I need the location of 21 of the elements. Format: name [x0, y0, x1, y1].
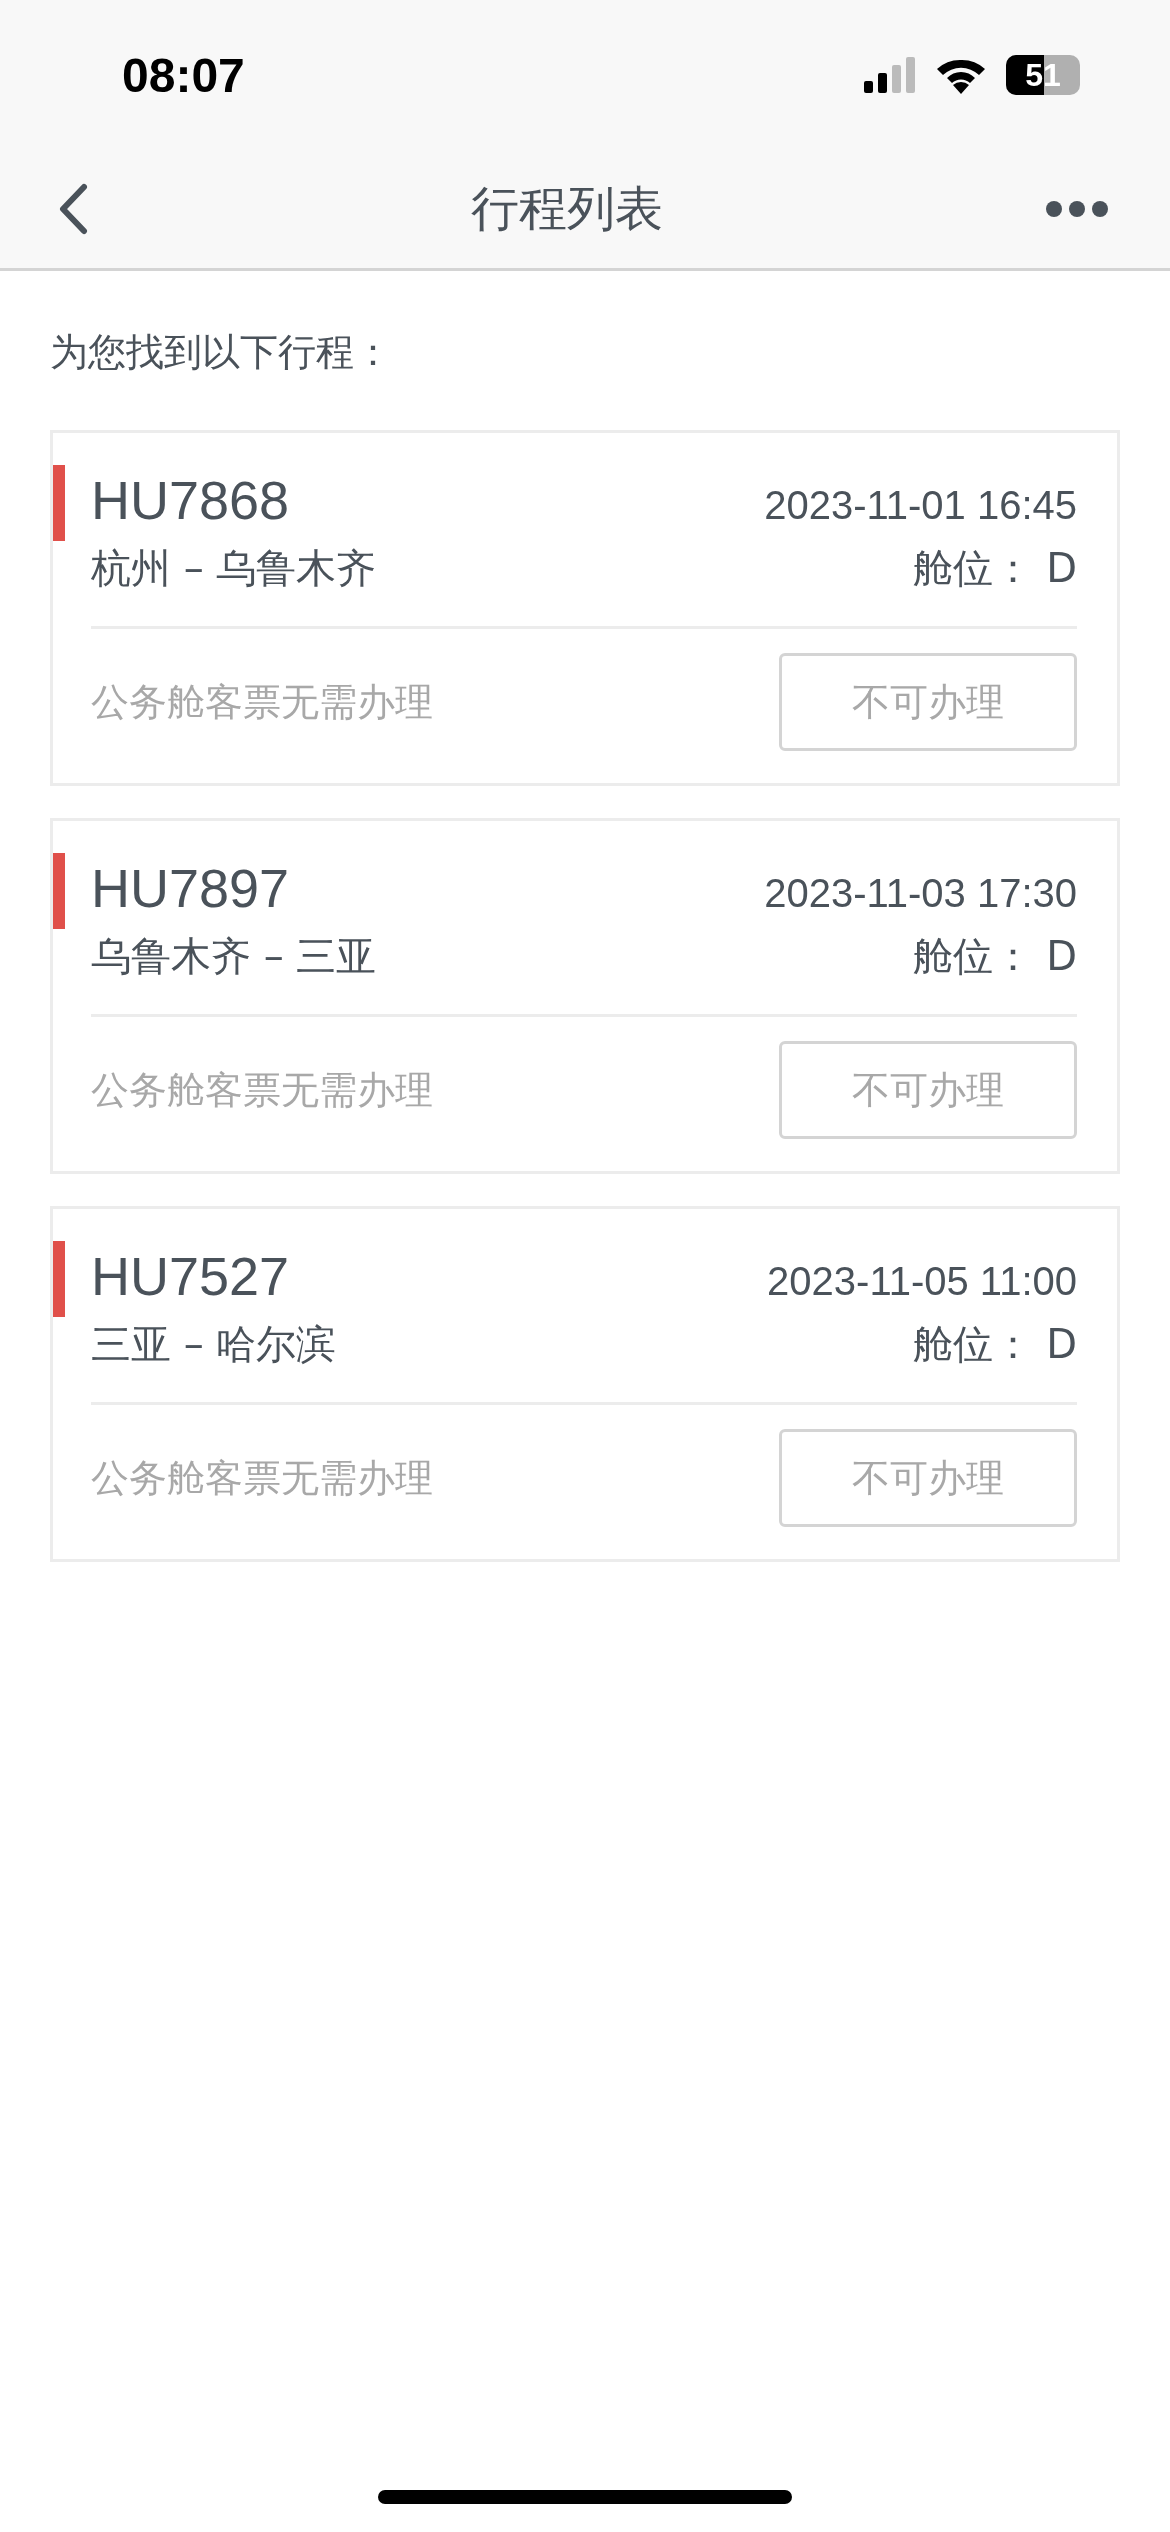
cabin-text: 舱位： D — [913, 1320, 1077, 1369]
note-text: 公务舱客票无需办理 — [91, 1066, 433, 1114]
status-time: 08:07 — [122, 47, 245, 103]
departure-time: 2023-11-01 16:45 — [764, 483, 1077, 528]
departure-time: 2023-11-05 11:00 — [767, 1259, 1077, 1304]
route-text: 三亚 – 哈尔滨 — [91, 1320, 337, 1369]
flight-number: HU7527 — [91, 1245, 290, 1307]
route-text: 乌鲁木齐 – 三亚 — [91, 932, 377, 981]
flight-number: HU7897 — [91, 857, 290, 919]
departure-time: 2023-11-03 17:30 — [764, 871, 1077, 916]
cabin-text: 舱位： D — [913, 544, 1077, 593]
note-text: 公务舱客票无需办理 — [91, 1454, 433, 1502]
intro-text: 为您找到以下行程： — [50, 329, 393, 376]
note-text: 公务舱客票无需办理 — [91, 678, 433, 726]
cabin-text: 舱位： D — [913, 932, 1077, 981]
flight-number: HU7868 — [91, 469, 290, 531]
page-title: 行程列表 — [471, 179, 663, 238]
back-icon[interactable] — [58, 183, 88, 235]
more-icon[interactable] — [1046, 201, 1108, 217]
route-text: 杭州 – 乌鲁木齐 — [91, 544, 377, 593]
signal-icon — [864, 57, 916, 93]
